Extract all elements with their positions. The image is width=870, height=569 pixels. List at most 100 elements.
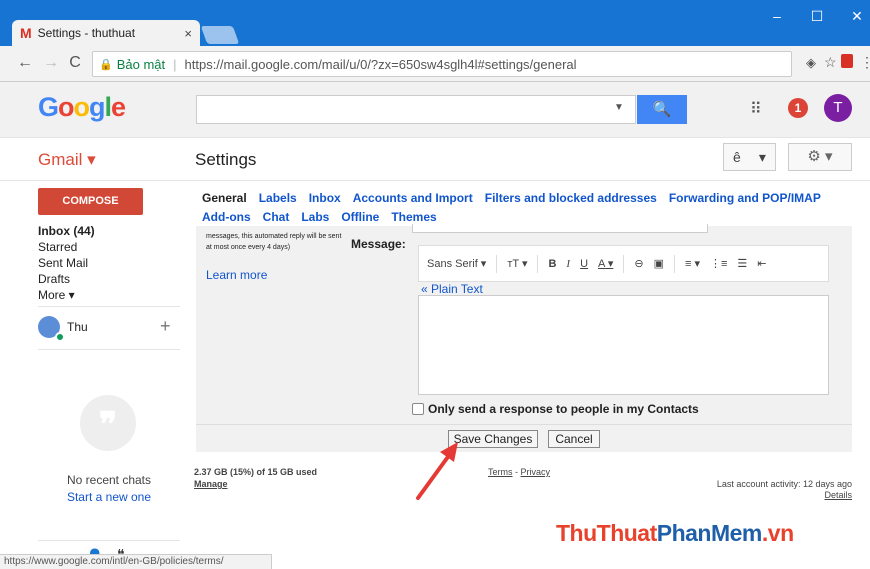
message-label: Message: bbox=[351, 237, 406, 251]
secure-label: Bảo mật bbox=[116, 56, 166, 72]
font-family-select[interactable]: Sans Serif ▾ bbox=[427, 257, 486, 270]
new-chat-plus-icon[interactable]: + bbox=[160, 316, 171, 337]
close-window-button[interactable]: ✕ bbox=[842, 6, 870, 26]
logo-letter: e bbox=[111, 92, 126, 122]
new-tab-button[interactable] bbox=[200, 26, 240, 44]
extension-red-icon[interactable] bbox=[841, 54, 853, 68]
reload-icon[interactable]: C bbox=[66, 54, 84, 72]
url-text: https://mail.google.com/mail/u/0/?zx=650… bbox=[184, 56, 577, 72]
settings-tabs-row2: Add-ons Chat Labs Offline Themes bbox=[202, 210, 449, 224]
tab-accounts-and-import[interactable]: Accounts and Import bbox=[353, 191, 473, 205]
gmail-favicon-icon: M bbox=[20, 25, 32, 41]
italic-icon[interactable]: I bbox=[566, 258, 570, 270]
no-chats-text: No recent chats bbox=[66, 473, 152, 487]
bold-icon[interactable]: B bbox=[548, 258, 556, 270]
bulleted-list-icon[interactable]: ☰ bbox=[737, 257, 747, 270]
notification-badge[interactable]: 1 bbox=[788, 98, 808, 118]
google-logo[interactable]: Google bbox=[38, 92, 126, 123]
image-icon[interactable]: ▣ bbox=[654, 257, 664, 270]
link-icon[interactable]: ⊖ bbox=[634, 257, 643, 270]
contacts-only-option[interactable]: Only send a response to people in my Con… bbox=[412, 402, 699, 416]
contacts-only-label: Only send a response to people in my Con… bbox=[428, 402, 699, 416]
hangouts-quote-icon: ❞ bbox=[80, 395, 136, 451]
address-bar[interactable]: 🔒 Bảo mật | https://mail.google.com/mail… bbox=[92, 51, 792, 77]
sidebar-item-sent[interactable]: Sent Mail bbox=[38, 256, 88, 270]
settings-gear-button[interactable]: ⚙ ▾ bbox=[788, 143, 852, 171]
sidebar-item-starred[interactable]: Starred bbox=[38, 240, 77, 254]
storage-usage: 2.37 GB (15%) of 15 GB used bbox=[194, 467, 318, 477]
last-activity: Last account activity: 12 days ago bbox=[716, 479, 852, 489]
maximize-button[interactable]: ☐ bbox=[802, 6, 832, 26]
watermark-part: PhanMem bbox=[656, 520, 763, 546]
toolbar-separator bbox=[673, 254, 675, 273]
tab-forwarding-and-pop-imap[interactable]: Forwarding and POP/IMAP bbox=[669, 191, 821, 205]
sidebar-item-more[interactable]: More ▾ bbox=[38, 288, 75, 302]
tab-title: Settings - thuthuat bbox=[37, 26, 136, 40]
toolbar-separator bbox=[496, 254, 498, 273]
privacy-link[interactable]: Privacy bbox=[521, 467, 551, 477]
tab-add-ons[interactable]: Add-ons bbox=[202, 210, 251, 224]
sidebar-divider bbox=[38, 540, 180, 541]
subject-input[interactable] bbox=[412, 224, 708, 233]
formatting-toolbar: Sans Serif ▾ тT ▾ B I U A ▾ ⊖ ▣ ≡ ▾ ⋮≡ ☰… bbox=[418, 245, 829, 282]
tab-labels[interactable]: Labels bbox=[259, 191, 297, 205]
settings-tabs-row1: General Labels Inbox Accounts and Import Fil… bbox=[202, 191, 833, 205]
details-link[interactable]: Details bbox=[640, 490, 852, 500]
search-options-chevron-icon[interactable]: ▼ bbox=[614, 102, 624, 113]
hangouts-user-name[interactable]: Thu bbox=[67, 320, 88, 334]
page-title: Settings bbox=[195, 150, 257, 169]
learn-more-link[interactable]: Learn more bbox=[206, 268, 267, 282]
search-input[interactable] bbox=[196, 95, 636, 124]
lock-icon: 🔒 bbox=[99, 58, 113, 71]
tab-inbox[interactable]: Inbox bbox=[309, 191, 341, 205]
online-status-dot bbox=[55, 332, 65, 342]
compose-button[interactable]: COMPOSE bbox=[38, 188, 143, 215]
chevron-down-icon: ▾ bbox=[758, 148, 766, 165]
forward-icon[interactable]: → bbox=[42, 54, 60, 72]
sidebar-item-drafts[interactable]: Drafts bbox=[38, 272, 70, 286]
text-color-icon[interactable]: A ▾ bbox=[598, 257, 613, 270]
account-avatar[interactable]: T bbox=[824, 94, 852, 122]
start-new-chat-link[interactable]: Start a new one bbox=[38, 490, 180, 504]
logo-letter: g bbox=[89, 92, 105, 122]
browser-tab[interactable]: M Settings - thuthuat × bbox=[12, 20, 200, 46]
toolbar-separator bbox=[623, 254, 625, 273]
menu-kebab-icon[interactable]: ⋮ bbox=[860, 54, 870, 71]
tab-themes[interactable]: Themes bbox=[391, 210, 436, 224]
back-icon[interactable]: ← bbox=[16, 54, 34, 72]
apps-grid-icon[interactable]: ⠿ bbox=[750, 99, 762, 119]
browser-title-bar: M Settings - thuthuat × – ☐ ✕ bbox=[0, 0, 870, 46]
sidebar-item-inbox[interactable]: Inbox (44) bbox=[38, 224, 95, 238]
plain-text-link[interactable]: « Plain Text bbox=[421, 282, 483, 296]
manage-storage-link[interactable]: Manage bbox=[194, 479, 228, 489]
logo-letter: o bbox=[58, 92, 74, 122]
cancel-button[interactable]: Cancel bbox=[548, 430, 600, 448]
tab-chat[interactable]: Chat bbox=[263, 210, 290, 224]
search-button[interactable]: 🔍 bbox=[637, 95, 687, 124]
header-divider bbox=[0, 180, 870, 181]
extension-icon[interactable]: ◈ bbox=[806, 55, 816, 71]
tab-general[interactable]: General bbox=[202, 191, 247, 205]
terms-link[interactable]: Terms bbox=[488, 467, 513, 477]
bookmark-star-icon[interactable]: ☆ bbox=[824, 54, 837, 71]
sidebar-divider bbox=[38, 306, 180, 307]
tab-close-icon[interactable]: × bbox=[184, 26, 192, 41]
watermark-logo: ThuThuatPhanMem.vn bbox=[556, 520, 794, 547]
tab-labs[interactable]: Labs bbox=[301, 210, 329, 224]
align-icon[interactable]: ≡ ▾ bbox=[685, 257, 700, 270]
gmail-menu[interactable]: Gmail ▾ bbox=[38, 150, 96, 170]
sidebar-divider bbox=[38, 349, 180, 350]
message-editor[interactable] bbox=[418, 295, 829, 395]
status-bar-url: https://www.google.com/intl/en-GB/polici… bbox=[0, 554, 272, 569]
underline-icon[interactable]: U bbox=[580, 258, 588, 270]
contacts-only-checkbox[interactable] bbox=[412, 403, 424, 415]
font-size-select[interactable]: тT ▾ bbox=[507, 257, 527, 270]
tab-filters-and-blocked-addresses[interactable]: Filters and blocked addresses bbox=[485, 191, 657, 205]
indent-less-icon[interactable]: ⇤ bbox=[757, 257, 766, 270]
tab-offline[interactable]: Offline bbox=[341, 210, 379, 224]
input-tools-button[interactable]: ê ▾ bbox=[723, 143, 776, 171]
footer-dash: - bbox=[512, 467, 521, 477]
minimize-button[interactable]: – bbox=[762, 6, 792, 26]
logo-letter: G bbox=[38, 92, 59, 122]
numbered-list-icon[interactable]: ⋮≡ bbox=[710, 257, 727, 270]
